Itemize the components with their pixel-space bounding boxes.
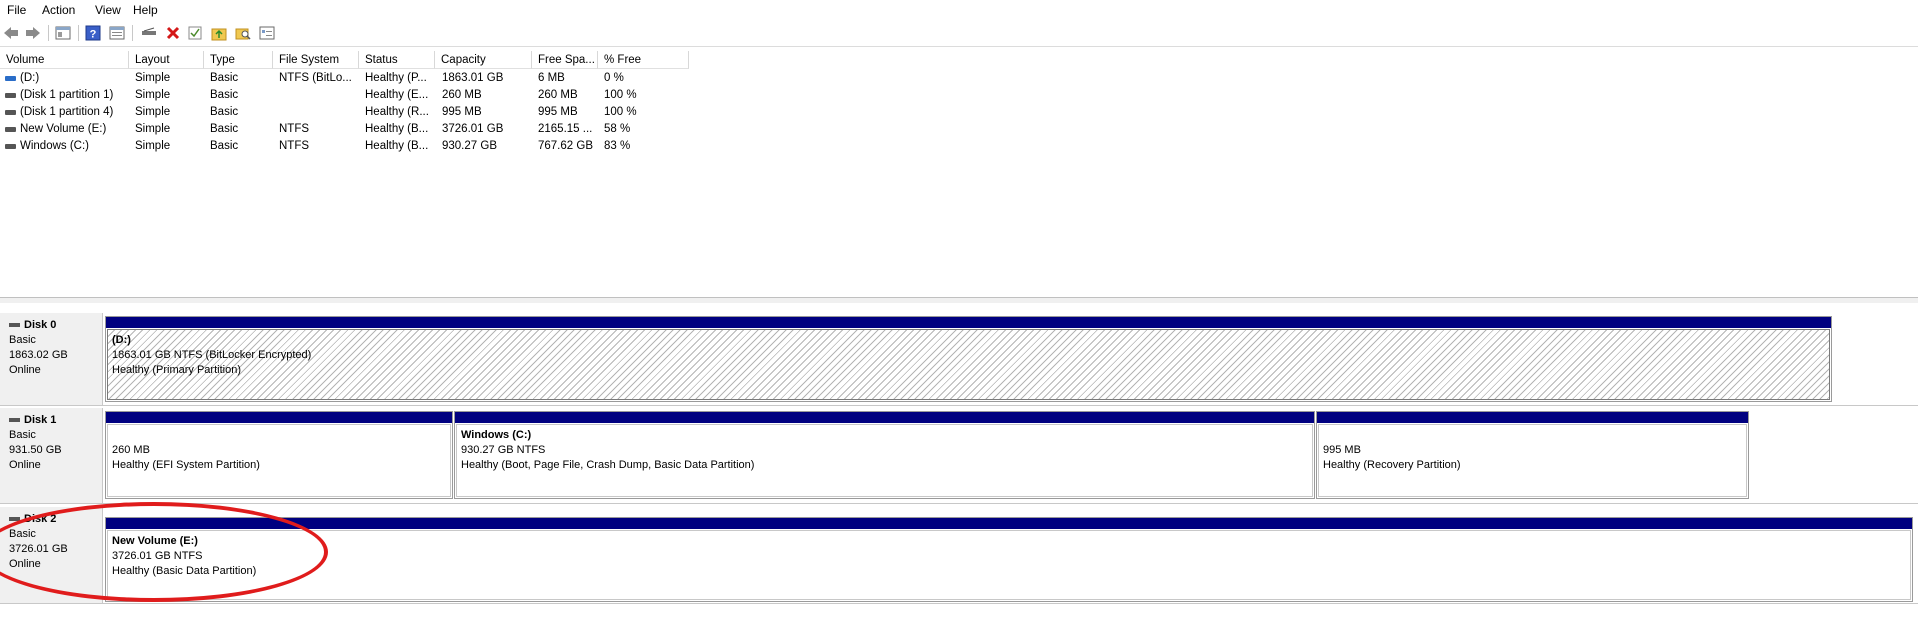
table-row[interactable]: (Disk 1 partition 4) Simple Basic Health…: [0, 104, 700, 121]
details-icon[interactable]: [258, 24, 276, 42]
forward-arrow-icon[interactable]: [24, 24, 42, 42]
table-row[interactable]: (Disk 1 partition 1) Simple Basic Health…: [0, 87, 700, 104]
svg-text:?: ?: [90, 29, 97, 41]
menu-file[interactable]: File: [7, 3, 26, 17]
col-header-percent-free[interactable]: % Free: [598, 51, 689, 69]
partition-bar: [106, 412, 452, 423]
delete-icon[interactable]: [164, 24, 182, 42]
partition-e[interactable]: New Volume (E:) 3726.01 GB NTFS Healthy …: [105, 517, 1913, 602]
volume-icon: [5, 76, 16, 81]
connect-drive-icon[interactable]: [140, 24, 158, 42]
col-header-layout[interactable]: Layout: [129, 51, 204, 69]
table-row[interactable]: New Volume (E:) Simple Basic NTFS Health…: [0, 121, 700, 138]
menu-help[interactable]: Help: [133, 3, 158, 17]
disk-row-1: Disk 1 Basic 931.50 GB Online 260 MB Hea…: [0, 408, 1918, 504]
disk-icon: [9, 418, 20, 423]
folder-up-icon[interactable]: [210, 24, 228, 42]
partition-bar: [1317, 412, 1748, 423]
table-row[interactable]: Windows (C:) Simple Basic NTFS Healthy (…: [0, 138, 700, 155]
disk-row-0: Disk 0 Basic 1863.02 GB Online (D:) 1863…: [0, 313, 1918, 406]
col-header-status[interactable]: Status: [359, 51, 435, 69]
menu-bar: File Action View Help: [0, 0, 1918, 20]
col-header-capacity[interactable]: Capacity: [435, 51, 532, 69]
menu-action[interactable]: Action: [42, 3, 75, 17]
check-icon[interactable]: [186, 24, 204, 42]
partition-efi[interactable]: 260 MB Healthy (EFI System Partition): [105, 411, 453, 499]
partition-d[interactable]: (D:) 1863.01 GB NTFS (BitLocker Encrypte…: [105, 316, 1832, 402]
col-header-volume[interactable]: Volume: [0, 51, 129, 69]
search-folder-icon[interactable]: [234, 24, 252, 42]
volume-icon: [5, 127, 16, 132]
disk-icon: [9, 323, 20, 328]
partition-bar: [106, 518, 1912, 529]
back-arrow-icon[interactable]: [2, 24, 20, 42]
properties-icon[interactable]: [108, 24, 126, 42]
toolbar: ?: [0, 20, 1918, 47]
volume-icon: [5, 110, 16, 115]
menu-view[interactable]: View: [95, 3, 121, 17]
disk-0-label[interactable]: Disk 0 Basic 1863.02 GB Online: [0, 313, 103, 405]
partition-bar: [455, 412, 1314, 423]
console-tree-icon[interactable]: [54, 24, 72, 42]
table-row[interactable]: (D:) Simple Basic NTFS (BitLo... Healthy…: [0, 70, 700, 87]
partition-bar: [106, 317, 1831, 328]
col-header-free-space[interactable]: Free Spa...: [532, 51, 598, 69]
volume-icon: [5, 144, 16, 149]
col-header-type[interactable]: Type: [204, 51, 273, 69]
disk-1-label[interactable]: Disk 1 Basic 931.50 GB Online: [0, 408, 103, 503]
help-icon[interactable]: ?: [84, 24, 102, 42]
partition-recovery[interactable]: 995 MB Healthy (Recovery Partition): [1316, 411, 1749, 499]
volume-list: Volume Layout Type File System Status Ca…: [0, 51, 1918, 297]
col-header-file-system[interactable]: File System: [273, 51, 359, 69]
volume-icon: [5, 93, 16, 98]
partition-c[interactable]: Windows (C:) 930.27 GB NTFS Healthy (Boo…: [454, 411, 1315, 499]
